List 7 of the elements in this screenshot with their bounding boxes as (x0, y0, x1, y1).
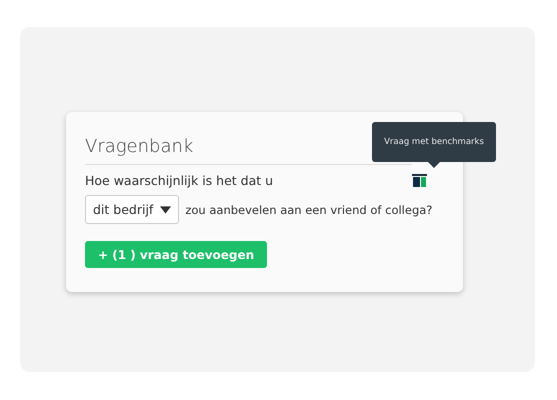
benchmark-icon[interactable] (412, 174, 427, 187)
dropdown[interactable]: dit bedrijf (85, 195, 180, 224)
question-text: Hoe waarschijnlijk is het dat u (85, 173, 274, 188)
tooltip: Vraag met benchmarks (372, 122, 496, 162)
question-text: zou aanbevelen aan een vriend of collega? (185, 202, 432, 216)
tooltip-pointer (428, 162, 440, 168)
caret-icon (160, 206, 172, 214)
